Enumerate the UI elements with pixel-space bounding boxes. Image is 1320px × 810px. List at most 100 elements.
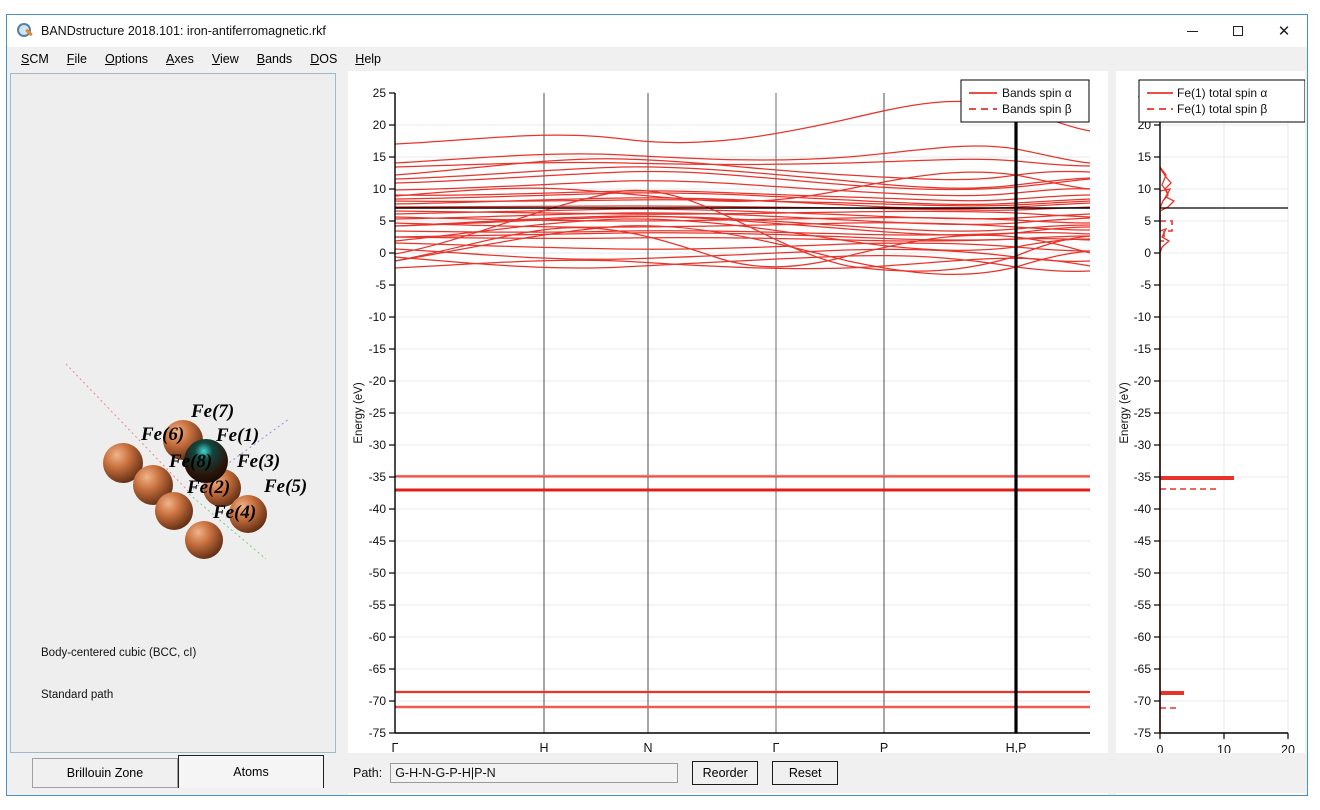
structure-viewer[interactable]: Fe(7) Fe(1) Fe(6) Fe(8) Fe(3) Fe(2) Fe(5… (10, 73, 336, 753)
y-tick-label: -10 (369, 310, 387, 324)
panel-tabs: Brillouin Zone Atoms (10, 754, 336, 792)
menu-options[interactable]: Options (105, 52, 148, 66)
dos-y-tick-label: -25 (1134, 406, 1152, 420)
y-tick-label: -65 (369, 662, 387, 676)
menu-bar: SCM File Options Axes View Bands DOS Hel… (7, 47, 1307, 71)
band-curves-alpha (395, 101, 1090, 274)
application-window: BANDstructure 2018.101: iron-antiferroma… (6, 14, 1308, 796)
y-tick-label: -55 (369, 598, 387, 612)
dos-y-tick-label: -45 (1134, 534, 1152, 548)
y-ticks (389, 93, 395, 733)
menu-axes[interactable]: Axes (166, 52, 194, 66)
title-bar: BANDstructure 2018.101: iron-antiferroma… (7, 15, 1307, 47)
y-tick-label: -5 (375, 278, 386, 292)
atom-label-fe3: Fe(3) (237, 451, 280, 473)
dos-legend: Fe(1) total spin α Fe(1) total spin β (1139, 80, 1305, 122)
atom-label-fe5: Fe(5) (264, 476, 307, 498)
menu-help[interactable]: Help (355, 52, 381, 66)
y-tick-label: -15 (369, 342, 387, 356)
dos-plot[interactable]: 25 20 15 10 5 0 -5 -10 -15 -20 -25 -30 -… (1116, 71, 1305, 795)
bands-legend: Bands spin α Bands spin β (961, 80, 1089, 122)
dos-y-tick-label: 15 (1138, 150, 1152, 164)
y-tick-label: -35 (369, 470, 387, 484)
y-tick-label: 0 (379, 246, 386, 260)
tab-atoms[interactable]: Atoms (178, 755, 324, 788)
window-title: BANDstructure 2018.101: iron-antiferroma… (41, 24, 326, 38)
atom-label-fe7: Fe(7) (191, 401, 234, 423)
dos-y-tick-label: -75 (1134, 726, 1152, 740)
y-tick-label: -60 (369, 630, 387, 644)
atom-label-fe2: Fe(2) (187, 477, 230, 499)
dos-curve-beta (1160, 221, 1218, 708)
dos-svg: 25 20 15 10 5 0 -5 -10 -15 -20 -25 -30 -… (1116, 71, 1305, 771)
y-tick-label: 25 (373, 86, 387, 100)
band-plot-area: 25 20 15 10 5 0 -5 -10 -15 -20 -25 -30 -… (353, 80, 1090, 771)
lattice-type: Body-centered cubic (BCC, cI) (41, 646, 196, 660)
legend-label-beta: Bands spin β (1002, 102, 1072, 116)
dos-y-tick-label: -35 (1134, 470, 1152, 484)
dos-y-tick-label: -70 (1134, 694, 1152, 708)
dos-y-tick-label: -20 (1134, 374, 1152, 388)
dos-y-tick-label: -5 (1140, 278, 1151, 292)
atom-label-fe1: Fe(1) (216, 425, 259, 447)
dos-y-tick-labels: 25 20 15 10 5 0 -5 -10 -15 -20 -25 -30 -… (1134, 86, 1152, 740)
reset-button[interactable]: Reset (772, 761, 838, 785)
y-tick-labels: 25 20 15 10 5 0 -5 -10 -15 -20 -25 -30 -… (369, 86, 387, 740)
dos-plot-area: 25 20 15 10 5 0 -5 -10 -15 -20 -25 -30 -… (1119, 80, 1305, 771)
y-tick-label: 20 (373, 118, 387, 132)
dos-y-tick-label: -15 (1134, 342, 1152, 356)
window-controls: ✕ (1169, 15, 1307, 47)
path-label: Path: (353, 766, 382, 780)
menu-dos[interactable]: DOS (310, 52, 337, 66)
bandstructure-plot[interactable]: 25 20 15 10 5 0 -5 -10 -15 -20 -25 -30 -… (348, 71, 1108, 795)
maximize-button[interactable] (1215, 15, 1261, 47)
dos-y-tick-label: 0 (1144, 246, 1151, 260)
y-tick-label: 5 (379, 214, 386, 228)
y-tick-label: -20 (369, 374, 387, 388)
y-tick-label: -30 (369, 438, 387, 452)
y-tick-label: -40 (369, 502, 387, 516)
close-button[interactable]: ✕ (1261, 15, 1307, 47)
dos-legend-label-beta: Fe(1) total spin β (1177, 102, 1267, 116)
dos-y-tick-label: 5 (1144, 214, 1151, 228)
dos-legend-label-alpha: Fe(1) total spin α (1177, 86, 1267, 100)
atom-label-fe8: Fe(8) (169, 451, 212, 473)
path-input[interactable] (390, 763, 678, 783)
y-tick-label: -25 (369, 406, 387, 420)
dos-x-ticks (1160, 733, 1288, 739)
dos-y-tick-label: -30 (1134, 438, 1152, 452)
splitter-left[interactable] (337, 71, 347, 795)
dos-y-tick-label: -60 (1134, 630, 1152, 644)
menu-file[interactable]: File (67, 52, 87, 66)
atom-label-fe4: Fe(4) (213, 502, 256, 524)
main-content: Fe(7) Fe(1) Fe(6) Fe(8) Fe(3) Fe(2) Fe(5… (7, 71, 1307, 795)
dos-curve-alpha (1160, 167, 1234, 733)
dos-y-tick-label: -10 (1134, 310, 1152, 324)
atom-sphere (185, 521, 223, 559)
lattice-info: Body-centered cubic (BCC, cI) Standard p… (41, 618, 196, 730)
band-curves-semicore (395, 476, 1090, 490)
dos-y-tick-label: -40 (1134, 502, 1152, 516)
legend-label-alpha: Bands spin α (1002, 86, 1072, 100)
dos-y-tick-label: -65 (1134, 662, 1152, 676)
dos-y-ticks (1154, 93, 1160, 733)
y-tick-label: -45 (369, 534, 387, 548)
reorder-button[interactable]: Reorder (692, 761, 758, 785)
y-tick-label: -75 (369, 726, 387, 740)
lattice-path-mode: Standard path (41, 688, 196, 702)
y-tick-label: -70 (369, 694, 387, 708)
band-curves-core (395, 692, 1090, 707)
atom-label-fe6: Fe(6) (141, 424, 184, 446)
y-tick-label: -50 (369, 566, 387, 580)
y-tick-label: 15 (373, 150, 387, 164)
dos-y-tick-label: -55 (1134, 598, 1152, 612)
menu-scm[interactable]: SCM (21, 52, 49, 66)
dos-y-axis-label: Energy (eV) (1119, 382, 1131, 444)
tab-brillouin-zone[interactable]: Brillouin Zone (32, 758, 178, 788)
y-tick-label: 10 (373, 182, 387, 196)
minimize-button[interactable] (1169, 15, 1215, 47)
menu-bands[interactable]: Bands (257, 52, 292, 66)
dos-y-tick-label: -50 (1134, 566, 1152, 580)
menu-view[interactable]: View (212, 52, 239, 66)
path-toolbar: Path: Reorder Reset (343, 753, 1305, 793)
